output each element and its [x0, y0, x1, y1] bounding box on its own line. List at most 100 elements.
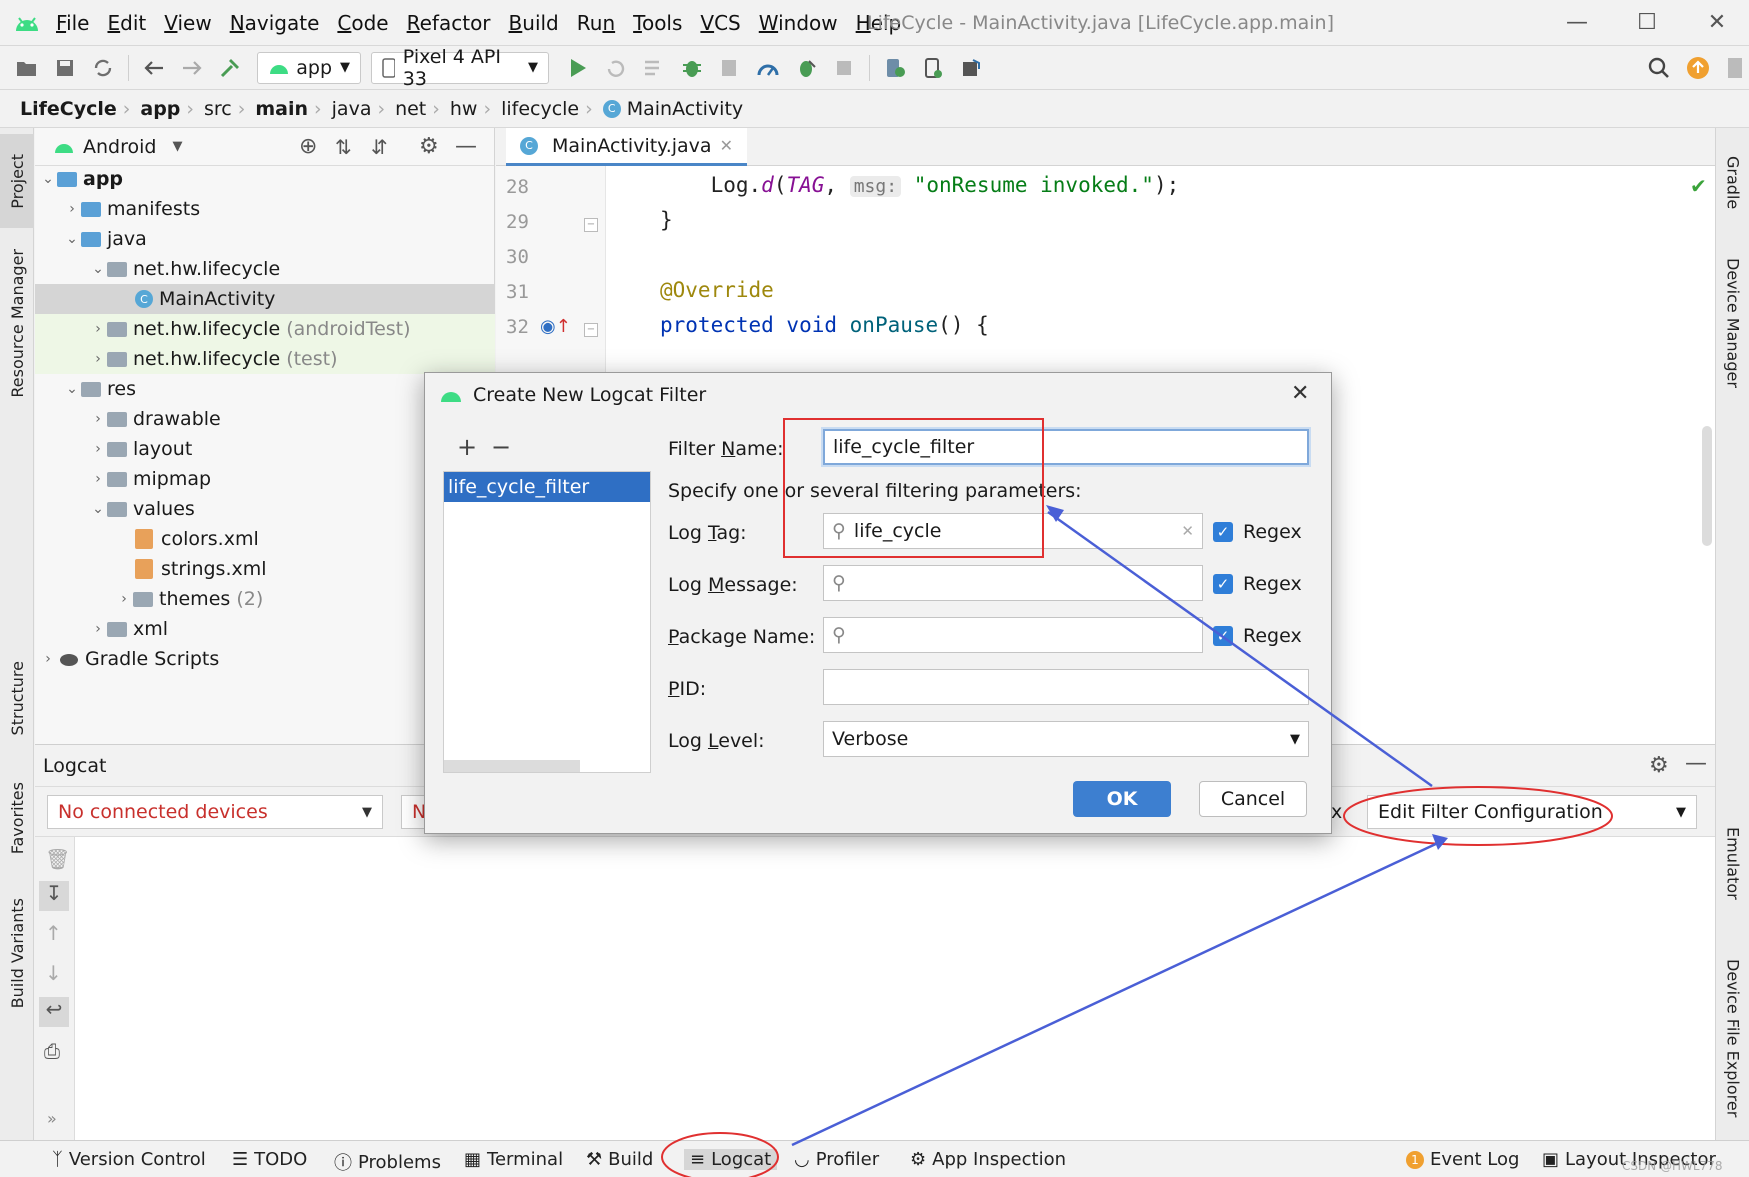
- tool-window-logcat[interactable]: ≡ Logcat: [684, 1149, 778, 1170]
- tool-tab-structure[interactable]: Structure: [0, 648, 34, 748]
- breadcrumb-item[interactable]: app: [140, 98, 180, 120]
- device-mirror-icon[interactable]: [918, 53, 948, 83]
- profile-icon[interactable]: [753, 53, 783, 83]
- menu-item[interactable]: View: [164, 11, 211, 35]
- tool-tab-project[interactable]: Project: [0, 134, 34, 228]
- search-icon[interactable]: [1644, 53, 1674, 83]
- tool-window-profiler[interactable]: ◡ Profiler: [794, 1149, 879, 1170]
- menu-item[interactable]: Edit: [107, 11, 146, 35]
- clear-icon[interactable]: ✕: [1181, 522, 1194, 540]
- tree-node-main-activity[interactable]: C MainActivity: [35, 284, 495, 314]
- breadcrumb-item[interactable]: main: [255, 98, 308, 120]
- tool-tab-favorites[interactable]: Favorites: [0, 768, 34, 868]
- tool-tab-resource-manager[interactable]: Resource Manager: [0, 248, 34, 398]
- more-icon[interactable]: »: [47, 1109, 57, 1128]
- menu-item[interactable]: File: [56, 11, 89, 35]
- editor-tab-main-activity[interactable]: C MainActivity.java ✕: [506, 128, 747, 166]
- close-icon[interactable]: ✕: [1291, 381, 1309, 406]
- menu-item[interactable]: VCS: [700, 11, 740, 35]
- soft-wrap-icon[interactable]: ↩: [39, 997, 69, 1027]
- tool-window-app-inspection[interactable]: ⚙ App Inspection: [910, 1149, 1066, 1170]
- maximize-icon[interactable]: ☐: [1627, 10, 1667, 36]
- sdk-manager-icon[interactable]: [956, 53, 986, 83]
- breadcrumb-item[interactable]: MainActivity: [627, 98, 743, 120]
- tree-node-app[interactable]: ⌄ app: [35, 164, 495, 194]
- locate-icon[interactable]: ⊕: [299, 134, 317, 159]
- up-arrow-icon[interactable]: ↑: [45, 921, 62, 945]
- menu-item[interactable]: Code: [337, 11, 388, 35]
- build-hammer-icon[interactable]: [215, 53, 245, 83]
- tool-window-event-log[interactable]: 1 Event Log: [1406, 1149, 1519, 1170]
- expand-all-icon[interactable]: ⇅: [335, 135, 352, 159]
- menu-item[interactable]: Run: [577, 11, 615, 35]
- tool-window-problems[interactable]: ⓘ Problems: [334, 1149, 441, 1175]
- close-window-icon[interactable]: ✕: [1697, 10, 1737, 36]
- close-tab-icon[interactable]: ✕: [720, 136, 733, 155]
- ok-button[interactable]: OK: [1073, 781, 1171, 817]
- remove-filter-icon[interactable]: −: [491, 433, 511, 461]
- minimize-icon[interactable]: —: [1557, 10, 1597, 36]
- cancel-button[interactable]: Cancel: [1199, 781, 1307, 817]
- debug-icon[interactable]: [677, 53, 707, 83]
- tool-tab-device-file-explorer[interactable]: Device File Explorer: [1716, 948, 1749, 1128]
- breadcrumb-item[interactable]: java: [332, 98, 372, 120]
- no-problems-check-icon[interactable]: ✔: [1690, 174, 1707, 198]
- coverage-icon[interactable]: [715, 53, 745, 83]
- breadcrumb-item[interactable]: LifeCycle: [20, 98, 117, 120]
- log-level-select[interactable]: Verbose ▼: [823, 721, 1309, 757]
- collapse-all-icon[interactable]: ⇵: [371, 135, 388, 159]
- tool-window-todo[interactable]: ☰ TODO: [232, 1149, 307, 1170]
- clear-logcat-trash-icon[interactable]: 🗑: [45, 847, 70, 871]
- scroll-to-end-icon[interactable]: ↧: [39, 881, 69, 911]
- filter-list-scrollbar[interactable]: [444, 760, 580, 772]
- hide-panel-icon[interactable]: —: [455, 134, 477, 159]
- stop-icon[interactable]: [829, 53, 859, 83]
- device-manager-icon[interactable]: [880, 53, 910, 83]
- gear-icon[interactable]: ⚙: [1649, 753, 1669, 778]
- device-select[interactable]: Pixel 4 API 33 ▼: [371, 46, 549, 90]
- menu-item[interactable]: Window: [759, 11, 838, 35]
- tree-node-package-android-test[interactable]: › net.hw.lifecycle (androidTest): [35, 314, 495, 344]
- run-config-select[interactable]: app ▼: [257, 51, 361, 84]
- editor-scrollbar[interactable]: [1702, 426, 1712, 546]
- tool-tab-gradle[interactable]: Gradle: [1716, 138, 1749, 228]
- menu-item[interactable]: Refactor: [407, 11, 491, 35]
- menu-item[interactable]: Build: [509, 11, 559, 35]
- menu-item[interactable]: Tools: [633, 11, 682, 35]
- back-arrow-icon[interactable]: [139, 53, 169, 83]
- log-tag-input[interactable]: ⚲ life_cycle ✕: [823, 513, 1203, 549]
- pid-input[interactable]: [823, 669, 1309, 705]
- log-message-regex-checkbox[interactable]: ✓ Regex: [1213, 573, 1302, 595]
- tree-node-package-main[interactable]: ⌄ net.hw.lifecycle: [35, 254, 495, 284]
- chevron-down-icon[interactable]: ▼: [172, 139, 182, 154]
- sync-icon[interactable]: [88, 53, 118, 83]
- tool-tab-build-variants[interactable]: Build Variants: [0, 888, 34, 1018]
- update-available-icon[interactable]: [1683, 53, 1713, 83]
- apply-changes-icon[interactable]: [601, 53, 631, 83]
- log-tag-regex-checkbox[interactable]: ✓ Regex: [1213, 521, 1302, 543]
- package-name-input[interactable]: ⚲: [823, 617, 1203, 653]
- menu-item[interactable]: Navigate: [230, 11, 320, 35]
- tree-node-manifests[interactable]: › manifests: [35, 194, 495, 224]
- override-marker-icon[interactable]: ◉↑: [540, 316, 571, 337]
- apply-code-changes-icon[interactable]: [639, 53, 669, 83]
- tree-node-package-test[interactable]: › net.hw.lifecycle (test): [35, 344, 495, 374]
- hide-panel-icon[interactable]: —: [1685, 751, 1707, 776]
- tool-window-terminal[interactable]: ▦ Terminal: [464, 1149, 563, 1170]
- open-folder-icon[interactable]: [12, 53, 42, 83]
- fold-icon[interactable]: −: [584, 218, 598, 232]
- breadcrumb-item[interactable]: src: [204, 98, 232, 120]
- filter-list-item[interactable]: life_cycle_filter: [444, 472, 650, 502]
- tool-tab-emulator[interactable]: Emulator: [1716, 808, 1749, 918]
- add-filter-icon[interactable]: +: [457, 433, 477, 461]
- attach-debugger-icon[interactable]: [791, 53, 821, 83]
- breadcrumb-item[interactable]: lifecycle: [501, 98, 579, 120]
- fold-icon[interactable]: −: [584, 323, 598, 337]
- tree-node-java[interactable]: ⌄ java: [35, 224, 495, 254]
- print-icon[interactable]: ⎙: [44, 1039, 60, 1063]
- breadcrumb-item[interactable]: hw: [450, 98, 478, 120]
- forward-arrow-icon[interactable]: [177, 53, 207, 83]
- tool-window-version-control[interactable]: ᛉ Version Control: [52, 1149, 206, 1170]
- run-icon[interactable]: [563, 53, 593, 83]
- log-message-input[interactable]: ⚲: [823, 565, 1203, 601]
